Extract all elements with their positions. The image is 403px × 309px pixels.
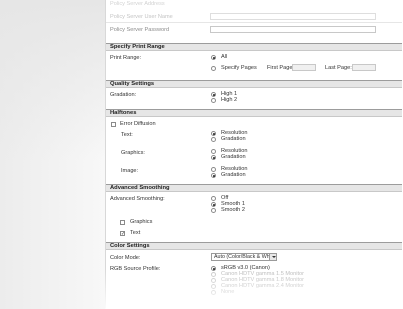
color-mode-label: Color Mode: [110, 255, 141, 261]
quality-header: Quality Settings [106, 80, 402, 88]
text-gradation-label: Gradation [221, 136, 246, 142]
smoothing-header: Advanced Smoothing [106, 184, 402, 192]
profile-srgb-radio[interactable] [211, 266, 216, 271]
rgb-profile-label: RGB Source Profile: [110, 266, 161, 272]
graphics-gradation-label: Gradation [221, 154, 246, 160]
error-diffusion-checkbox[interactable] [111, 122, 116, 127]
text-resolution-radio[interactable] [211, 131, 216, 136]
text-checkbox-label: Text [130, 230, 141, 236]
print-range-all-radio[interactable] [211, 55, 216, 60]
print-range-specify-label: Specify Pages [221, 65, 257, 71]
halftone-graphics-label: Graphics: [121, 150, 145, 156]
print-range-specify-radio[interactable] [211, 66, 216, 71]
gradation-high2-radio[interactable] [211, 98, 216, 103]
gradation-high1-radio[interactable] [211, 92, 216, 97]
profile-gamma24-radio[interactable] [211, 284, 216, 289]
halftone-image-label: Image: [121, 168, 139, 174]
graphics-gradation-radio[interactable] [211, 155, 216, 160]
gradation-high2-label: High 2 [221, 97, 238, 103]
smoothing-2-radio[interactable] [211, 208, 216, 213]
error-diffusion-label: Error Diffusion [120, 121, 156, 127]
settings-panel: Policy Server Address Policy Server User… [105, 0, 402, 309]
print-range-all-label: All [221, 54, 228, 60]
last-page-label: Last Page: [325, 65, 352, 71]
graphics-checkbox-label: Graphics [130, 219, 153, 225]
policy-user-input[interactable] [210, 13, 376, 20]
first-page-label: First Page: [267, 65, 295, 71]
print-range-label: Print Range: [110, 55, 142, 61]
advanced-smoothing-label: Advanced Smoothing: [110, 196, 165, 202]
sidebar-sheen [0, 0, 105, 160]
halftones-header: Halftones [106, 109, 402, 117]
profile-gamma15-radio[interactable] [211, 272, 216, 277]
color-mode-select[interactable]: Auto (Color/Black & White) [211, 253, 277, 261]
sidebar [0, 0, 105, 309]
last-page-input[interactable] [352, 64, 376, 71]
smoothing-1-radio[interactable] [211, 202, 216, 207]
policy-user-label: Policy Server User Name [110, 14, 173, 20]
profile-none-label: None [221, 289, 235, 295]
chevron-down-icon [269, 254, 276, 260]
profile-gamma18-radio[interactable] [211, 278, 216, 283]
policy-server-address-label: Policy Server Address [110, 1, 165, 7]
policy-password-input[interactable] [210, 26, 376, 33]
graphics-checkbox[interactable] [120, 220, 125, 225]
profile-none-radio[interactable] [211, 290, 216, 295]
divider [106, 22, 402, 23]
first-page-input[interactable] [292, 64, 316, 71]
color-mode-value: Auto (Color/Black & White) [214, 254, 277, 260]
text-checkbox[interactable]: ✓ [120, 231, 125, 237]
policy-password-label: Policy Server Password [110, 27, 170, 33]
color-header: Color Settings [106, 242, 402, 250]
smoothing-2-label: Smooth 2 [221, 207, 245, 213]
smoothing-off-radio[interactable] [211, 196, 216, 201]
text-gradation-radio[interactable] [211, 137, 216, 142]
image-gradation-label: Gradation [221, 172, 246, 178]
gradation-label: Gradation: [110, 92, 137, 98]
graphics-resolution-radio[interactable] [211, 149, 216, 154]
image-resolution-radio[interactable] [211, 167, 216, 172]
image-gradation-radio[interactable] [211, 173, 216, 178]
halftone-text-label: Text: [121, 132, 133, 138]
print-range-header: Specify Print Range [106, 43, 402, 51]
